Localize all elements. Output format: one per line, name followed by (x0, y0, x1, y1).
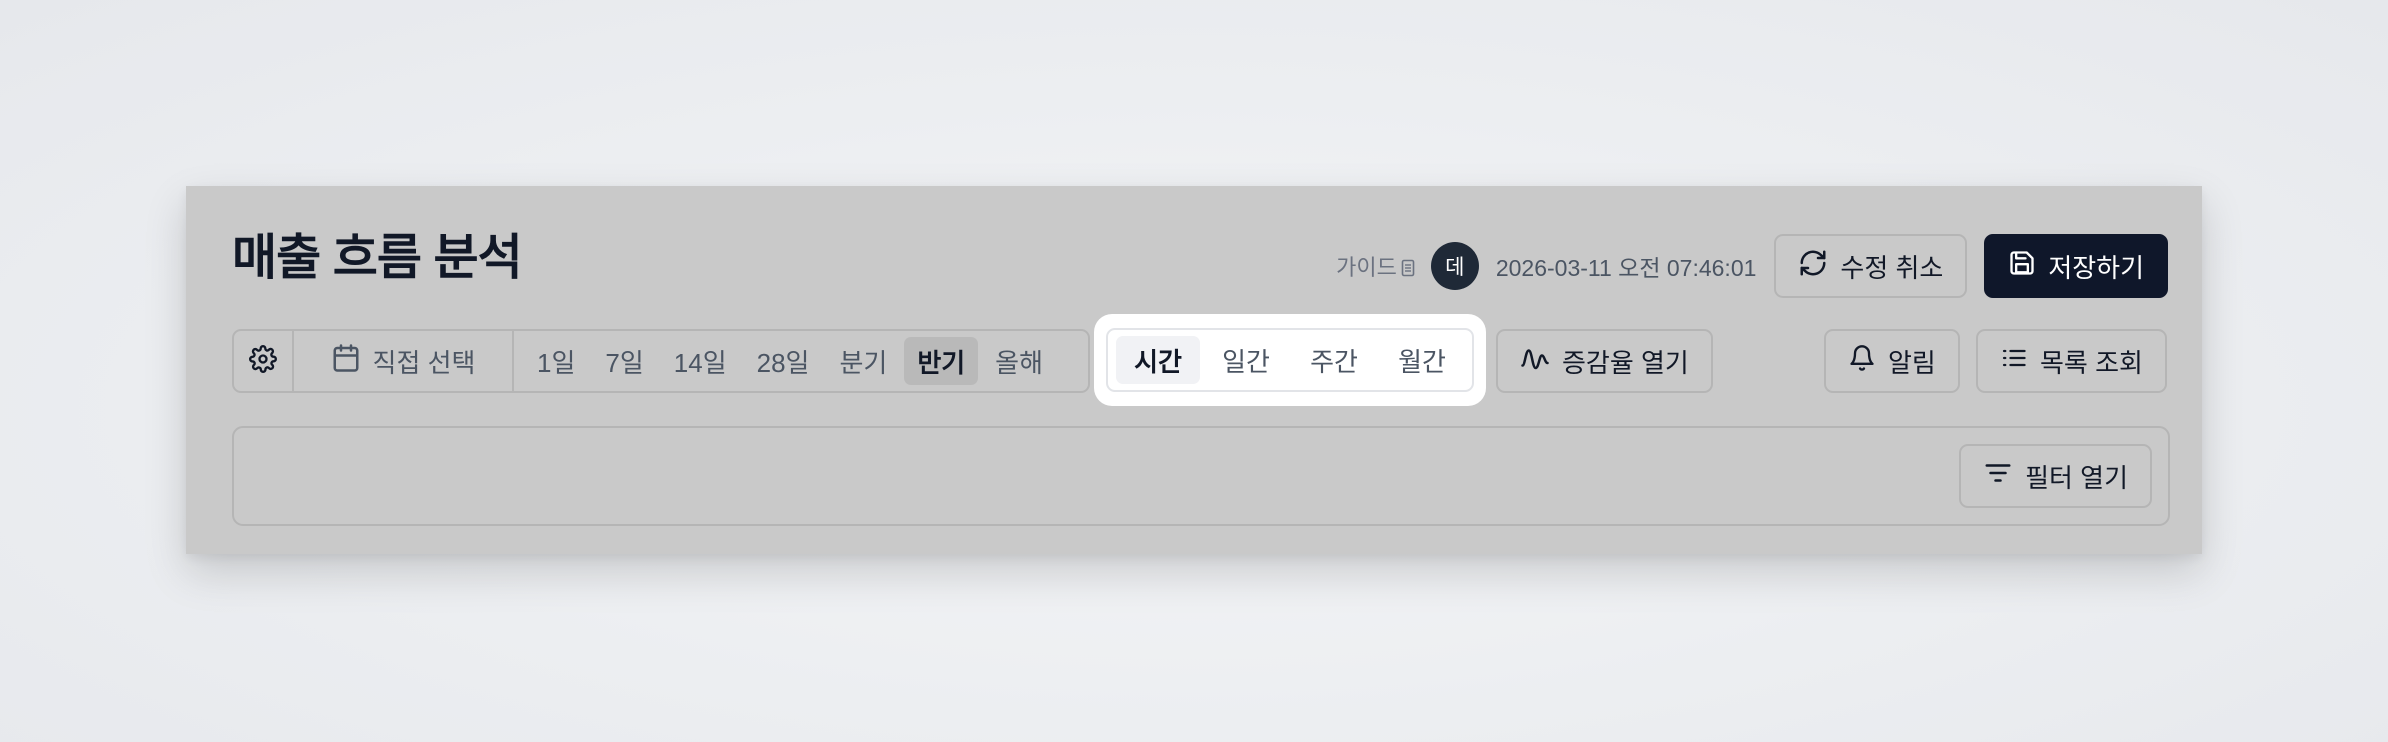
granularity-hourly[interactable]: 시간 (1116, 336, 1200, 384)
granularity-spotlight: 시간 일간 주간 월간 (1094, 314, 1486, 406)
open-filter-button[interactable]: 필터 열기 (1959, 444, 2152, 508)
refresh-icon (1798, 248, 1828, 285)
save-button[interactable]: 저장하기 (1984, 234, 2168, 298)
filter-icon (1983, 458, 2013, 495)
preset-14d[interactable]: 14일 (661, 337, 740, 385)
cancel-edit-label: 수정 취소 (1840, 252, 1944, 283)
header-actions: 가이드 데 2026-03-11 오전 07:46:01 수정 취소 저장하기 (1336, 234, 2168, 298)
cancel-edit-button[interactable]: 수정 취소 (1774, 234, 1968, 298)
view-list-button[interactable]: 목록 조회 (1976, 329, 2167, 393)
wave-icon (1520, 343, 1550, 380)
custom-range-label: 직접 선택 (372, 347, 476, 378)
granularity-weekly[interactable]: 주간 (1292, 336, 1376, 384)
preset-1d[interactable]: 1일 (524, 337, 588, 385)
granularity-daily[interactable]: 일간 (1204, 336, 1288, 384)
avatar[interactable]: 데 (1430, 242, 1479, 290)
last-saved-timestamp: 2026-03-11 오전 07:46:01 (1495, 255, 1757, 281)
preset-half-year[interactable]: 반기 (904, 337, 979, 385)
alert-label: 알림 (1888, 347, 1936, 378)
document-icon (1401, 257, 1415, 277)
preset-quarter[interactable]: 분기 (826, 337, 900, 385)
open-filter-label: 필터 열기 (2025, 462, 2128, 493)
filter-area: 필터 열기 (232, 426, 2170, 526)
granularity-monthly[interactable]: 월간 (1380, 336, 1464, 384)
bell-icon (1848, 344, 1876, 379)
preset-7d[interactable]: 7일 (592, 337, 656, 385)
dashboard-panel: 매출 흐름 분석 가이드 데 2026-03-11 오전 07:46:01 수정… (186, 186, 2202, 554)
custom-range-button[interactable]: 직접 선택 (294, 331, 514, 391)
open-growth-rate-button[interactable]: 증감율 열기 (1496, 329, 1713, 393)
guide-label: 가이드 (1336, 255, 1397, 280)
calendar-icon (331, 343, 361, 380)
date-range-selector: 직접 선택 1일 7일 14일 28일 분기 반기 올해 (232, 329, 1090, 393)
view-list-label: 목록 조회 (2040, 347, 2143, 378)
gear-icon (249, 344, 277, 378)
save-icon (2008, 249, 2036, 284)
growth-rate-label: 증감율 열기 (1562, 347, 1689, 378)
granularity-selector: 시간 일간 주간 월간 (1106, 328, 1474, 392)
page-title: 매출 흐름 분석 (232, 231, 523, 285)
list-icon (2000, 344, 2028, 379)
alert-button[interactable]: 알림 (1824, 329, 1960, 393)
range-presets: 1일 7일 14일 28일 분기 반기 올해 (514, 331, 1088, 391)
guide-link[interactable]: 가이드 (1336, 250, 1415, 282)
preset-28d[interactable]: 28일 (744, 337, 823, 385)
preset-this-year[interactable]: 올해 (982, 337, 1056, 385)
range-settings-button[interactable] (234, 331, 294, 391)
save-label: 저장하기 (2048, 252, 2144, 283)
